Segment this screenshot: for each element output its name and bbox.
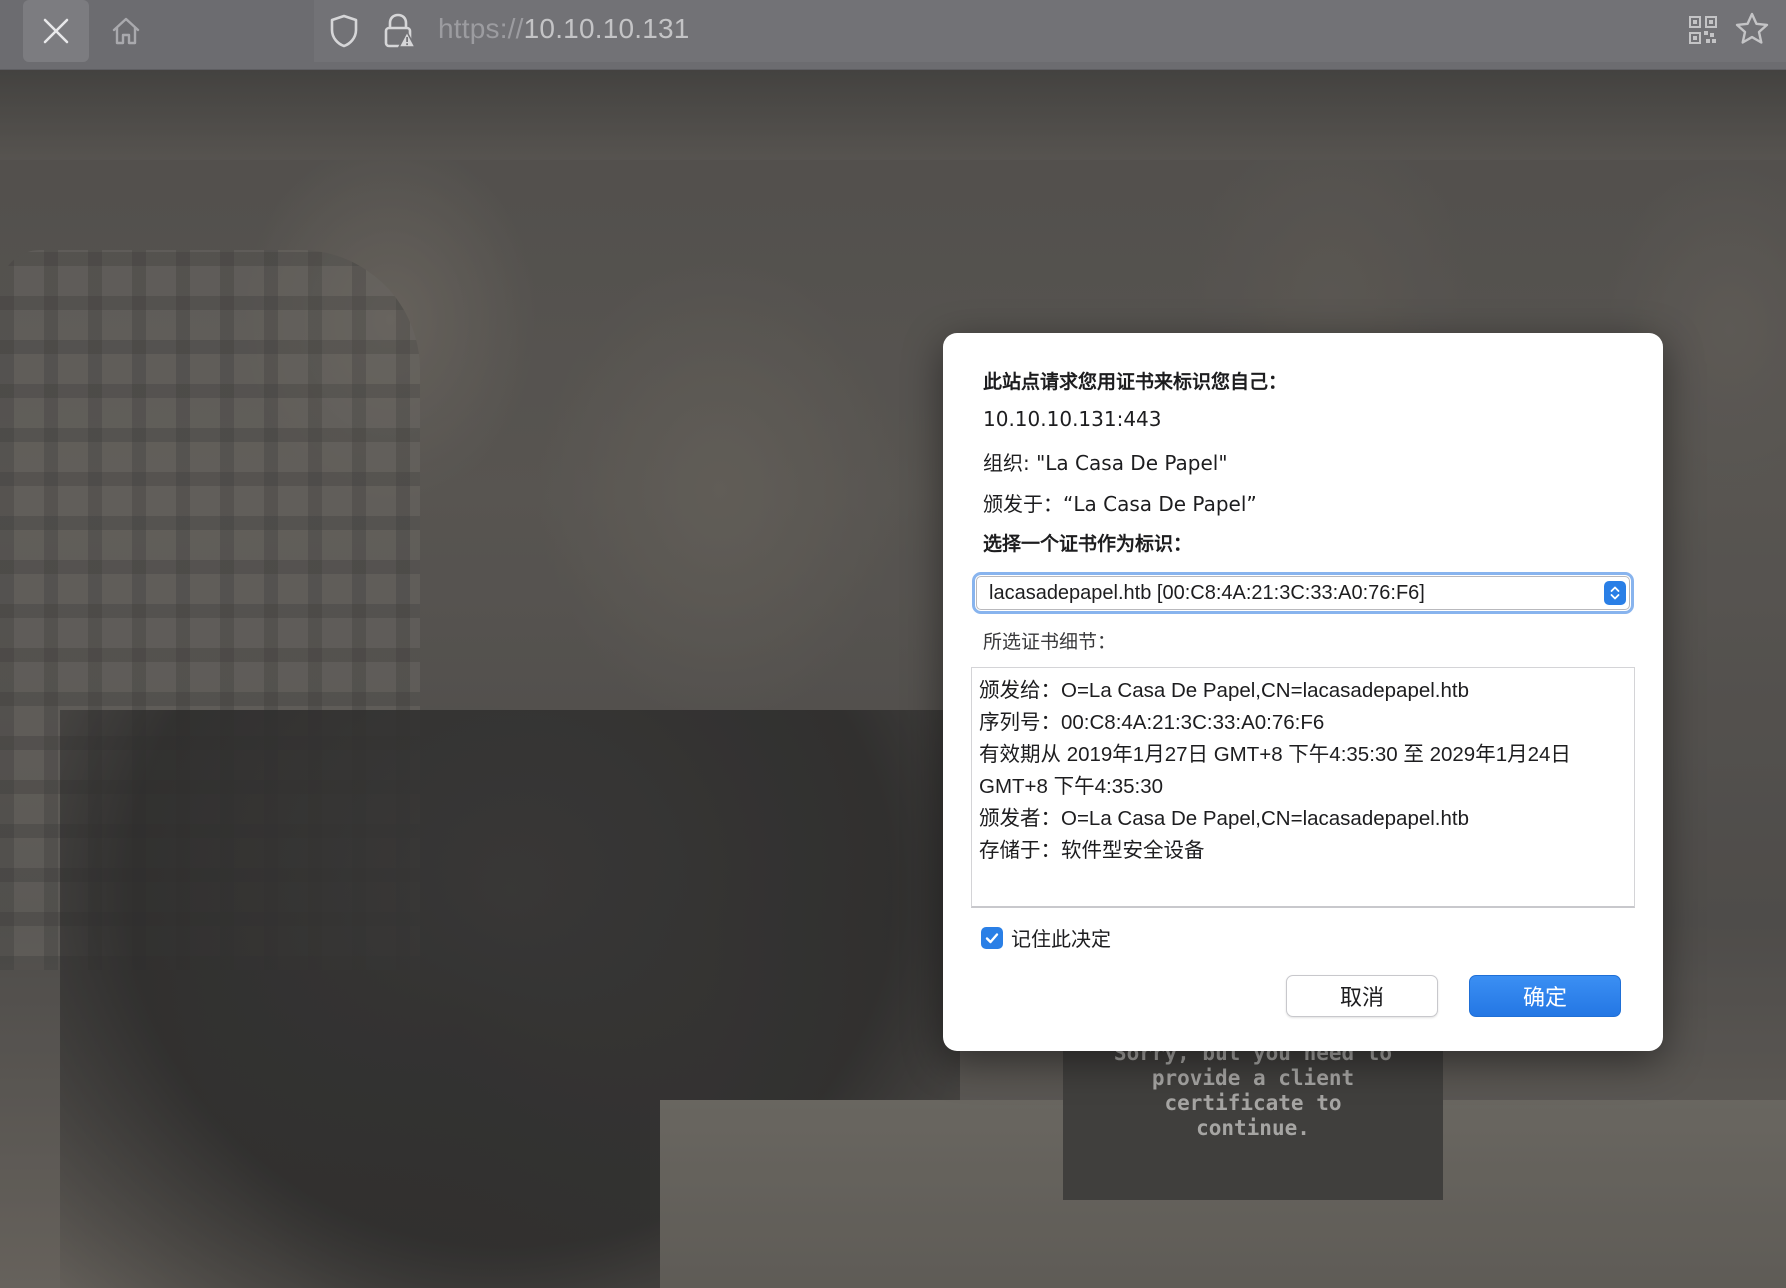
url-text[interactable]: https://10.10.10.131: [438, 13, 690, 45]
close-icon: [43, 18, 69, 44]
shield-icon[interactable]: [328, 13, 360, 49]
certificate-dialog: 此站点请求您用证书来标识您自己： 10.10.10.131:443 组织: "L…: [943, 333, 1663, 1051]
remember-label: 记住此决定: [1011, 927, 1111, 951]
dialog-issued-under: 颁发于：“La Casa De Papel”: [983, 492, 1257, 516]
select-arrows-icon: [1604, 581, 1626, 605]
choose-certificate-label: 选择一个证书作为标识：: [983, 533, 1193, 555]
url-host: 10.10.10.131: [523, 13, 690, 44]
remember-decision[interactable]: 记住此决定: [981, 923, 1111, 952]
remember-checkbox[interactable]: [981, 926, 1003, 949]
star-icon[interactable]: [1734, 11, 1770, 47]
dialog-host: 10.10.10.131:443: [983, 407, 1162, 431]
qr-code-icon[interactable]: [1688, 15, 1718, 45]
certificate-select-value: lacasadepapel.htb [00:C8:4A:21:3C:33:A0:…: [989, 582, 1425, 604]
detail-stored-on: 存储于：软件型安全设备: [979, 839, 1205, 862]
url-bar[interactable]: https://10.10.10.131: [314, 0, 1786, 62]
detail-issued-to: 颁发给：O=La Casa De Papel,CN=lacasadepapel.…: [979, 679, 1469, 702]
close-button[interactable]: [23, 0, 89, 62]
certificate-details[interactable]: 颁发给：O=La Casa De Papel,CN=lacasadepapel.…: [971, 667, 1635, 908]
cancel-button[interactable]: 取消: [1286, 975, 1438, 1017]
home-button[interactable]: [93, 0, 159, 62]
url-protocol: https://: [438, 13, 524, 44]
detail-validity: 有效期从 2019年1月27日 GMT+8 下午4:35:30 至 2029年1…: [979, 743, 1577, 798]
dialog-organization: 组织: "La Casa De Papel": [983, 451, 1228, 475]
detail-serial: 序列号：00:C8:4A:21:3C:33:A0:76:F6: [979, 711, 1325, 734]
dialog-heading: 此站点请求您用证书来标识您自己：: [983, 371, 1288, 393]
checkmark-icon: [985, 932, 999, 943]
details-label: 所选证书细节：: [983, 631, 1117, 653]
home-icon: [112, 17, 140, 45]
ok-button[interactable]: 确定: [1469, 975, 1621, 1017]
browser-toolbar: https://10.10.10.131: [0, 0, 1786, 70]
message-text: Sorry, but you need to provide a client …: [1113, 1040, 1393, 1140]
lock-warning-icon[interactable]: [382, 12, 416, 50]
detail-issuer: 颁发者：O=La Casa De Papel,CN=lacasadepapel.…: [979, 807, 1469, 830]
certificate-select[interactable]: lacasadepapel.htb [00:C8:4A:21:3C:33:A0:…: [972, 572, 1634, 614]
